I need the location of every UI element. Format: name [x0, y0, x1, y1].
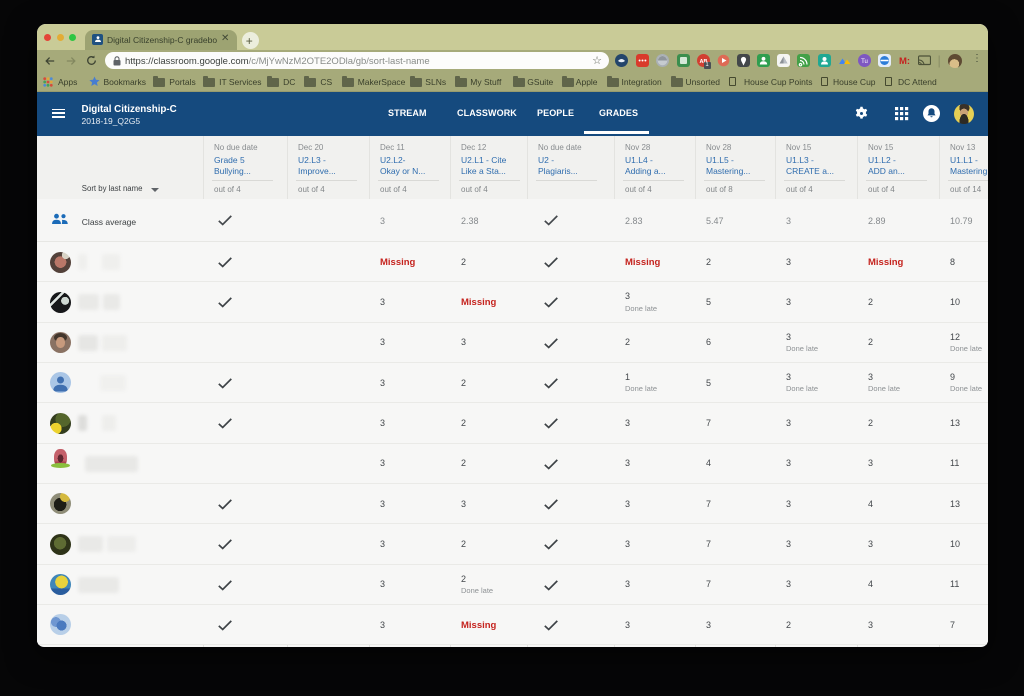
svg-text:M:: M: [898, 56, 909, 67]
svg-text:Tu: Tu [861, 59, 868, 65]
